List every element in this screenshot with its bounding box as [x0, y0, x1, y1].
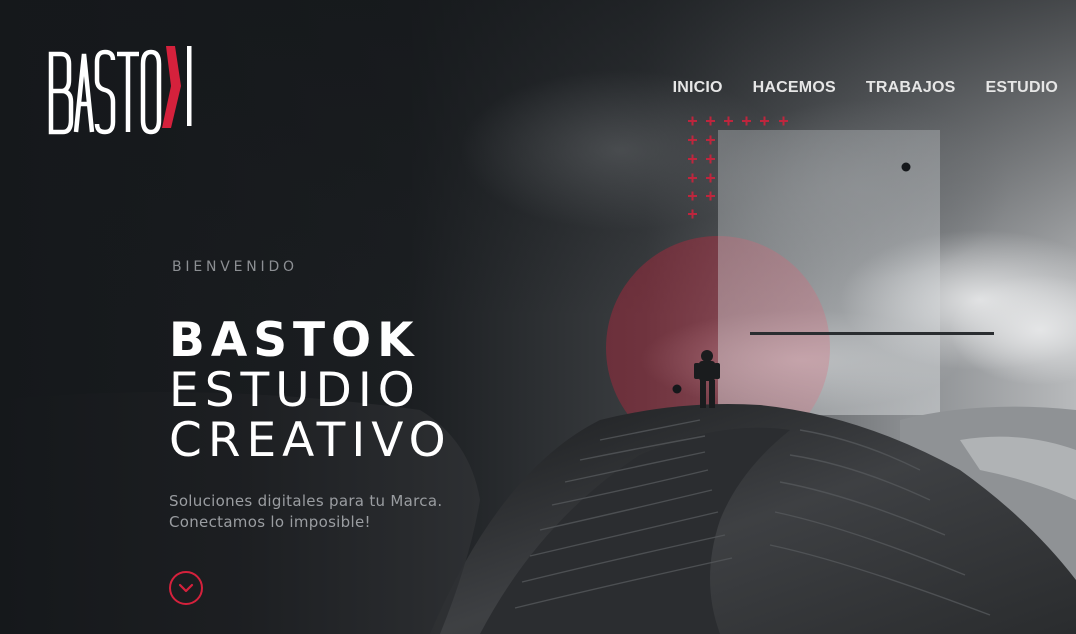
hero-description-line2: Conectamos lo imposible! — [169, 513, 371, 531]
hero-title: BASTOK ESTUDIO CREATIVO — [169, 316, 452, 466]
hero-title-line2: ESTUDIO — [169, 363, 421, 418]
nav-link-inicio[interactable]: INICIO — [673, 79, 723, 97]
hero-eyebrow: BIENVENIDO — [172, 259, 298, 275]
hero-description-line1: Soluciones digitales para tu Marca. — [169, 492, 443, 510]
bastok-logo[interactable] — [47, 42, 197, 136]
nav-link-hacemos[interactable]: HACEMOS — [753, 79, 836, 97]
hero-section: INICIO HACEMOS TRABAJOS ESTUDIO BIENVENI… — [0, 0, 1076, 634]
hero-description: Soluciones digitales para tu Marca. Cone… — [169, 491, 442, 533]
nav-link-estudio[interactable]: ESTUDIO — [985, 79, 1058, 97]
chevron-down-icon — [178, 583, 194, 593]
main-nav: INICIO HACEMOS TRABAJOS ESTUDIO — [673, 79, 1058, 97]
scroll-down-button[interactable] — [169, 571, 203, 605]
hero-title-line1: BASTOK — [169, 313, 420, 368]
hero-title-line3: CREATIVO — [169, 413, 452, 468]
nav-link-trabajos[interactable]: TRABAJOS — [866, 79, 956, 97]
